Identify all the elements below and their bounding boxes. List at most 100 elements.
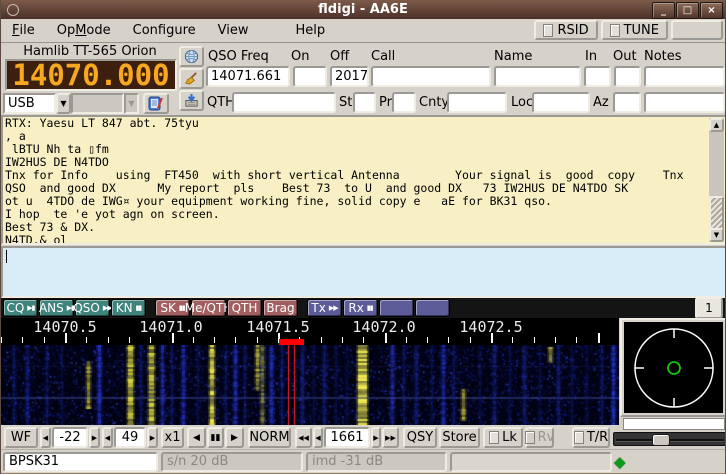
- major-tick: [598, 333, 600, 343]
- macro-button-blank-11[interactable]: [415, 299, 450, 317]
- waterfall-frequency-scale: 14070.514071.014071.514072.014072.5: [1, 318, 619, 345]
- call-field[interactable]: [371, 66, 491, 87]
- rsid-button[interactable]: RSID: [534, 20, 597, 40]
- window-title: fldigi - AA6E: [1, 0, 725, 19]
- macro-button-kn[interactable]: KN▮▮: [111, 299, 146, 317]
- major-tick: [385, 333, 387, 343]
- scroll-down-icon[interactable]: ▼: [709, 228, 724, 242]
- rx-scrollbar[interactable]: ▲ ▼: [709, 118, 724, 242]
- scroll-left-icon[interactable]: ◀: [187, 427, 206, 448]
- qso-freq-field[interactable]: 14071.661: [206, 66, 290, 87]
- qsy-button[interactable]: QSY: [403, 427, 437, 448]
- in-label: In: [585, 49, 597, 64]
- macro-button-blank-10[interactable]: [379, 299, 414, 317]
- spot-button[interactable]: [671, 20, 723, 40]
- macro-symbol-icon: ▮▮: [367, 304, 373, 312]
- range-up-icon[interactable]: ▶: [147, 427, 158, 448]
- minor-tick: [534, 337, 535, 343]
- menu-configure[interactable]: Configure: [122, 19, 207, 41]
- notes2-field[interactable]: [644, 92, 725, 113]
- close-button[interactable]: ×: [700, 2, 723, 19]
- menu-view[interactable]: View: [207, 19, 260, 41]
- minor-tick: [470, 337, 471, 343]
- mode-select-arrow-icon[interactable]: ▼: [56, 93, 71, 114]
- loc-field[interactable]: [532, 92, 590, 113]
- status-bar: BPSK31 s/n 20 dB imd -31 dB ◆ AFC SQL: [1, 449, 726, 474]
- major-tick: [65, 333, 67, 343]
- carrier-up-fast-icon[interactable]: ▶▶: [382, 427, 399, 448]
- mode-status[interactable]: BPSK31: [3, 452, 158, 472]
- tune-label: TUNE: [624, 23, 659, 38]
- minor-tick: [406, 337, 407, 343]
- rx-text-pane[interactable]: RTX: Yaesu LT 847 abt. 75tyu, a lBTU Nh …: [1, 115, 726, 245]
- pr-field[interactable]: [392, 92, 416, 113]
- minor-tick: [193, 337, 194, 343]
- cnty-field[interactable]: [447, 92, 507, 113]
- norm-button[interactable]: NORM: [248, 427, 291, 448]
- name-field[interactable]: [494, 66, 581, 87]
- menu-file[interactable]: File: [1, 19, 46, 41]
- bandwidth-select-arrow-icon: ▼: [124, 93, 139, 114]
- minor-tick: [150, 337, 151, 343]
- store-button[interactable]: Store: [439, 427, 480, 448]
- macro-button-qso[interactable]: QSO▶▶: [75, 299, 110, 317]
- gain-down-icon[interactable]: ◀: [40, 427, 51, 448]
- carrier-down-icon[interactable]: ◀: [313, 427, 323, 448]
- minor-tick: [427, 337, 428, 343]
- az-field[interactable]: [613, 92, 641, 113]
- rst-out-field[interactable]: [614, 66, 641, 87]
- macro-button-qth[interactable]: QTH: [227, 299, 262, 317]
- macro-symbol-icon: ▶▶: [329, 304, 338, 312]
- gain-up-icon[interactable]: ▶: [89, 427, 100, 448]
- macro-page-button[interactable]: 1: [695, 297, 723, 319]
- waterfall-controls: WF ◀ -22 ▶ ◀ 49 ▶ x1 ◀ ▮▮ ▶ NORM ◀◀ ◀ 16…: [1, 426, 726, 449]
- txrx-label: T/R: [587, 430, 608, 445]
- rst-in-field[interactable]: [584, 66, 611, 87]
- rx-scrollbar-thumb[interactable]: [709, 196, 724, 232]
- maximize-button[interactable]: □: [676, 2, 699, 19]
- macro-button-me-qth[interactable]: Me/QTH: [191, 299, 226, 317]
- lock-button[interactable]: Lk: [483, 427, 523, 448]
- macro-button-brag[interactable]: Brag: [263, 299, 298, 317]
- rx-line: Best 73 & DX.: [5, 221, 707, 234]
- address-book-icon: [148, 96, 164, 111]
- macro-button-ans[interactable]: ANS▶▮: [39, 299, 74, 317]
- notes-field[interactable]: [644, 66, 725, 87]
- wf-mode-button[interactable]: WF: [4, 427, 38, 448]
- time-off-field[interactable]: 2017: [330, 66, 369, 87]
- qth-field[interactable]: [232, 92, 336, 113]
- clear-fields-button[interactable]: [179, 68, 204, 89]
- menu-help[interactable]: Help: [285, 19, 337, 41]
- zoom-button[interactable]: x1: [161, 427, 184, 448]
- frequency-display[interactable]: 14070.000: [5, 59, 177, 91]
- carrier-down-fast-icon[interactable]: ◀◀: [295, 427, 312, 448]
- carrier-frequency[interactable]: 1661: [324, 427, 370, 448]
- menu-op-mode[interactable]: Op Mode: [46, 19, 122, 41]
- qrz-lookup-button[interactable]: [179, 46, 204, 67]
- macro-button-cq[interactable]: CQ▶▮: [3, 299, 38, 317]
- bandwidth-select[interactable]: [71, 93, 124, 114]
- scroll-right-icon[interactable]: ▶: [225, 427, 244, 448]
- tune-button[interactable]: TUNE: [601, 20, 668, 40]
- tx-text-pane[interactable]: [1, 246, 726, 298]
- out-label: Out: [613, 49, 637, 64]
- title-bar[interactable]: fldigi - AA6E _ □ ×: [1, 0, 725, 19]
- pause-icon[interactable]: ▮▮: [207, 427, 224, 448]
- minimize-button[interactable]: _: [652, 2, 675, 19]
- time-on-field[interactable]: [293, 66, 327, 87]
- save-log-button[interactable]: [179, 90, 204, 111]
- logbook-button[interactable]: [143, 93, 169, 114]
- macro-button-tx[interactable]: Tx▶▶: [307, 299, 342, 317]
- gain-value[interactable]: -22: [52, 427, 88, 448]
- st-label: St: [339, 95, 352, 110]
- range-down-icon[interactable]: ◀: [102, 427, 113, 448]
- macro-button-rx[interactable]: Rx▮▮: [343, 299, 378, 317]
- scroll-up-icon[interactable]: ▲: [709, 118, 724, 132]
- az-label: Az: [593, 95, 609, 110]
- st-field[interactable]: [353, 92, 376, 113]
- carrier-up-icon[interactable]: ▶: [371, 427, 381, 448]
- range-value[interactable]: 49: [114, 427, 146, 448]
- txrx-button[interactable]: T/R: [572, 427, 610, 448]
- mode-select[interactable]: USB: [3, 93, 56, 114]
- waterfall-display[interactable]: [1, 345, 619, 425]
